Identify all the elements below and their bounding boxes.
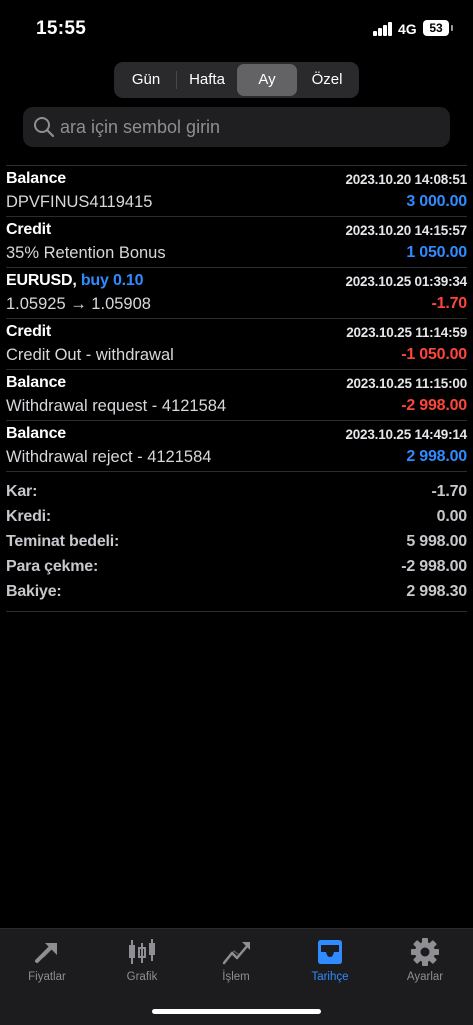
tab-settings[interactable]: Ayarlar bbox=[380, 937, 470, 983]
deal-amount: 1 050.00 bbox=[406, 244, 467, 261]
list-item[interactable]: Balance 2023.10.20 14:08:51 DPVFINUS4119… bbox=[6, 165, 467, 217]
list-item[interactable]: Credit 2023.10.25 11:14:59 Credit Out - … bbox=[6, 319, 467, 370]
deal-type: Balance bbox=[6, 374, 66, 391]
deal-type: EURUSD, buy 0.10 bbox=[6, 272, 144, 289]
list-item[interactable]: Balance 2023.10.25 11:15:00 Withdrawal r… bbox=[6, 370, 467, 421]
segment-week[interactable]: Hafta bbox=[177, 64, 237, 96]
list-item[interactable]: Balance 2023.10.25 14:49:14 Withdrawal r… bbox=[6, 421, 467, 472]
deal-prices: 1.05925 → 1.05908 bbox=[6, 295, 151, 313]
deal-comment: Credit Out - withdrawal bbox=[6, 346, 174, 364]
summary-balance: Bakiye: 2 998.30 bbox=[6, 583, 467, 600]
deal-side: buy 0.10 bbox=[80, 272, 144, 289]
account-summary: Kar: -1.70 Kredi: 0.00 Teminat bedeli: 5… bbox=[6, 480, 467, 612]
tab-chart[interactable]: Grafik bbox=[97, 937, 187, 983]
summary-credit: Kredi: 0.00 bbox=[6, 508, 467, 525]
history-list: Balance 2023.10.20 14:08:51 DPVFINUS4119… bbox=[0, 165, 473, 472]
deal-type: Balance bbox=[6, 425, 66, 442]
tab-trade[interactable]: İşlem bbox=[191, 937, 281, 983]
cellular-signal-icon bbox=[373, 22, 393, 36]
gear-icon bbox=[411, 938, 439, 966]
deal-time: 2023.10.25 11:14:59 bbox=[346, 325, 467, 340]
deal-time: 2023.10.20 14:08:51 bbox=[345, 172, 467, 187]
segment-month[interactable]: Ay bbox=[237, 64, 297, 96]
list-item[interactable]: Credit 2023.10.20 14:15:57 35% Retention… bbox=[6, 217, 467, 268]
deal-type: Credit bbox=[6, 323, 52, 340]
tab-quotes[interactable]: Fiyatlar bbox=[2, 937, 92, 983]
tab-history[interactable]: Tarihçe bbox=[285, 937, 375, 983]
deal-time: 2023.10.25 01:39:34 bbox=[345, 274, 467, 289]
deal-time: 2023.10.20 14:15:57 bbox=[345, 223, 467, 238]
home-indicator bbox=[152, 1009, 321, 1014]
inbox-icon bbox=[318, 940, 342, 964]
search-input[interactable]: ara için sembol girin bbox=[23, 107, 450, 147]
deal-comment: DPVFINUS4119415 bbox=[6, 193, 153, 211]
status-bar: 15:55 4G 53 bbox=[0, 0, 473, 56]
deal-amount: 3 000.00 bbox=[406, 193, 467, 210]
summary-profit: Kar: -1.70 bbox=[6, 483, 467, 500]
deal-time: 2023.10.25 11:15:00 bbox=[346, 376, 467, 391]
deal-amount: -1 050.00 bbox=[401, 346, 467, 363]
battery-icon: 53 bbox=[423, 20, 453, 36]
deal-comment: Withdrawal request - 4121584 bbox=[6, 397, 227, 415]
list-item[interactable]: EURUSD, buy 0.10 2023.10.25 01:39:34 1.0… bbox=[6, 268, 467, 319]
deal-amount: -1.70 bbox=[431, 295, 468, 312]
deal-amount: -2 998.00 bbox=[401, 397, 467, 414]
arrows-icon bbox=[35, 943, 57, 963]
deal-type: Credit bbox=[6, 221, 52, 238]
deal-type: Balance bbox=[6, 170, 66, 187]
deal-amount: 2 998.00 bbox=[406, 448, 467, 465]
status-time: 15:55 bbox=[36, 18, 87, 39]
tab-bar: Fiyatlar Grafik İşlem Tarihçe Ayarlar bbox=[0, 928, 473, 1025]
trend-icon bbox=[222, 942, 250, 965]
deal-time: 2023.10.25 14:49:14 bbox=[345, 427, 467, 442]
segment-custom[interactable]: Özel bbox=[297, 64, 357, 96]
search-icon bbox=[34, 117, 55, 138]
deal-comment: 35% Retention Bonus bbox=[6, 244, 166, 262]
segment-day[interactable]: Gün bbox=[116, 64, 176, 96]
period-segmented-control[interactable]: Gün Hafta Ay Özel bbox=[114, 62, 359, 98]
summary-withdrawal: Para çekme: -2 998.00 bbox=[6, 558, 467, 575]
network-type: 4G bbox=[398, 21, 417, 37]
candles-icon bbox=[129, 939, 155, 964]
search-placeholder: ara için sembol girin bbox=[60, 116, 221, 137]
summary-deposit: Teminat bedeli: 5 998.00 bbox=[6, 533, 467, 550]
deal-comment: Withdrawal reject - 4121584 bbox=[6, 448, 212, 466]
